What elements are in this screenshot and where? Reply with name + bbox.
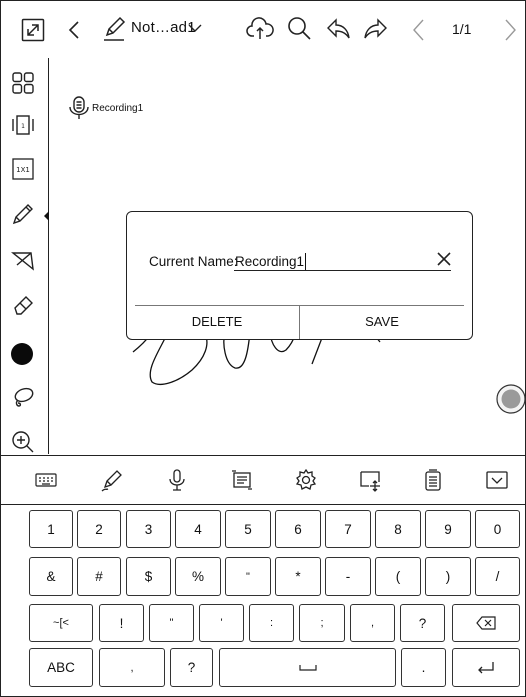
zoom-in-icon[interactable] <box>11 430 35 454</box>
key-colon[interactable]: : <box>249 604 294 642</box>
left-toolbar: 1 1X1 <box>0 58 49 454</box>
next-page-icon[interactable] <box>497 17 523 43</box>
key-question[interactable]: ? <box>400 604 445 642</box>
handwriting-input-icon[interactable] <box>100 468 124 492</box>
key-3[interactable]: 3 <box>126 510 171 548</box>
color-picker-icon[interactable] <box>11 343 33 365</box>
fullscreen-icon[interactable] <box>21 18 45 42</box>
key-asterisk[interactable]: * <box>275 557 321 596</box>
key-0[interactable]: 0 <box>475 510 520 548</box>
key-semicolon[interactable]: ; <box>299 604 345 642</box>
key-dollar[interactable]: $ <box>126 557 171 596</box>
pen-options-arrow-icon[interactable] <box>44 211 49 221</box>
key-7[interactable]: 7 <box>325 510 371 548</box>
chevron-down-icon[interactable] <box>187 18 203 38</box>
text-caret <box>305 253 306 270</box>
key-comma[interactable]: , <box>350 604 395 642</box>
page-indicator[interactable]: 1/1 <box>452 21 471 37</box>
backspace-key[interactable] <box>452 604 520 642</box>
delete-button[interactable]: DELETE <box>135 306 299 337</box>
cloud-sync-icon[interactable] <box>246 16 274 42</box>
key-open-paren[interactable]: ( <box>375 557 421 596</box>
key-comma-bottom[interactable]: , <box>99 648 165 687</box>
abc-key[interactable]: ABC <box>29 648 93 687</box>
name-input-underline <box>234 270 451 271</box>
key-hash[interactable]: # <box>77 557 121 596</box>
redo-icon[interactable] <box>363 16 389 42</box>
key-close-paren[interactable]: ) <box>425 557 471 596</box>
top-toolbar: Not…ad1 1/1 <box>0 0 526 58</box>
microphone-icon[interactable] <box>165 468 189 492</box>
layout-1x1-icon[interactable]: 1X1 <box>11 157 35 181</box>
key-question-bottom[interactable]: ? <box>170 648 213 687</box>
space-icon <box>298 664 317 672</box>
key-1[interactable]: 1 <box>29 510 73 548</box>
keyboard-toolbar <box>0 455 526 505</box>
clear-icon[interactable] <box>435 250 453 268</box>
key-4[interactable]: 4 <box>175 510 221 548</box>
key-period[interactable]: . <box>401 648 446 687</box>
recording-icon[interactable] <box>67 95 91 121</box>
enter-icon <box>477 661 495 675</box>
key-slash[interactable]: / <box>475 557 520 596</box>
eraser-icon[interactable] <box>11 293 35 317</box>
key-percent[interactable]: % <box>175 557 221 596</box>
key-double-quote[interactable]: " <box>225 557 271 596</box>
grid-view-icon[interactable] <box>11 71 35 95</box>
search-icon[interactable] <box>286 15 312 41</box>
key-ampersand[interactable]: & <box>29 557 73 596</box>
enter-key[interactable] <box>452 648 520 687</box>
key-8[interactable]: 8 <box>375 510 421 548</box>
space-key[interactable] <box>219 648 396 687</box>
cursor-move-icon[interactable] <box>358 468 382 492</box>
recording-label[interactable]: Recording1 <box>92 103 143 114</box>
undo-icon[interactable] <box>325 16 351 42</box>
current-name-label: Current Name: <box>149 254 238 269</box>
previous-page-icon[interactable] <box>406 17 432 43</box>
key-more-symbols[interactable]: ~[< <box>29 604 93 642</box>
svg-text:1: 1 <box>21 123 25 130</box>
key-exclamation[interactable]: ! <box>99 604 144 642</box>
floating-ball-icon[interactable] <box>496 384 526 414</box>
pen-tool-icon[interactable] <box>11 202 35 226</box>
back-icon[interactable] <box>62 17 88 43</box>
page-template-icon[interactable]: 1 <box>11 113 35 137</box>
settings-icon[interactable] <box>294 468 318 492</box>
clipboard-icon[interactable] <box>421 468 445 492</box>
key-9[interactable]: 9 <box>425 510 471 548</box>
rename-dialog: Current Name: Recording1 DELETE SAVE <box>126 211 473 340</box>
text-format-icon[interactable] <box>230 468 254 492</box>
key-5[interactable]: 5 <box>225 510 271 548</box>
key-6[interactable]: 6 <box>275 510 321 548</box>
hide-keyboard-icon[interactable] <box>485 468 509 492</box>
key-minus[interactable]: - <box>325 557 371 596</box>
save-button[interactable]: SAVE <box>300 306 464 337</box>
keyboard-icon[interactable] <box>34 468 58 492</box>
svg-text:1X1: 1X1 <box>16 166 30 174</box>
key-quote[interactable]: " <box>149 604 194 642</box>
edit-title-icon[interactable] <box>101 16 127 42</box>
key-apostrophe[interactable]: ' <box>199 604 244 642</box>
name-input[interactable]: Recording1 <box>235 254 304 269</box>
backspace-icon <box>476 616 496 630</box>
lasso-icon[interactable] <box>11 386 35 410</box>
key-2[interactable]: 2 <box>77 510 121 548</box>
shape-tool-icon[interactable] <box>11 248 35 272</box>
